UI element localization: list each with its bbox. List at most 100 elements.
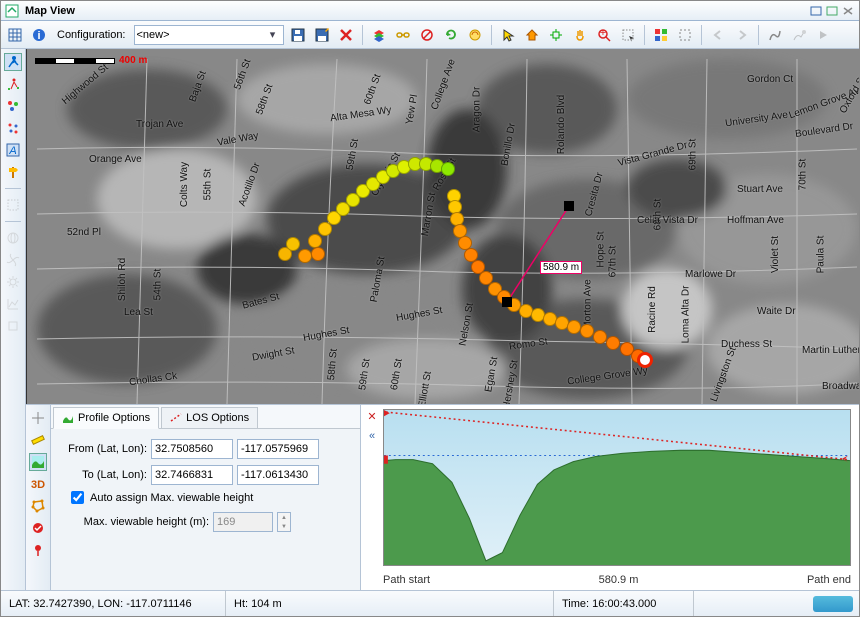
titlebar: Map View	[1, 1, 859, 21]
status-height: Ht: 104 m	[226, 591, 554, 616]
max-height-input	[213, 512, 273, 532]
home-icon[interactable]	[522, 25, 542, 45]
target-icon[interactable]	[546, 25, 566, 45]
minimize-button[interactable]	[809, 5, 823, 17]
separator	[5, 221, 21, 222]
globe-icon[interactable]	[4, 229, 22, 247]
close-button[interactable]	[841, 5, 855, 17]
separator	[701, 25, 702, 45]
nav-back-icon[interactable]	[708, 25, 728, 45]
street-label: Violet St	[770, 236, 781, 273]
los-start-marker[interactable]	[564, 201, 574, 211]
to-lon-input[interactable]	[237, 465, 319, 485]
select-icon[interactable]	[618, 25, 638, 45]
street-label: Lea St	[124, 307, 153, 318]
fan-icon[interactable]	[4, 251, 22, 269]
street-label: 67th St	[607, 246, 618, 278]
font-icon[interactable]: A	[4, 141, 22, 159]
zoom-area-icon[interactable]: +	[594, 25, 614, 45]
markers-icon[interactable]	[4, 97, 22, 115]
play-icon[interactable]	[813, 25, 833, 45]
pin-icon[interactable]	[29, 541, 47, 559]
refresh-icon[interactable]	[441, 25, 461, 45]
config-value: <new>	[137, 29, 170, 41]
tab-label: LOS Options	[186, 412, 249, 424]
info-icon[interactable]: i	[29, 25, 49, 45]
scale-bar: 400 m	[35, 55, 147, 66]
vehicle-marker[interactable]	[637, 352, 653, 368]
collapse-profile-icon[interactable]: «	[365, 429, 379, 443]
main-toolbar: i Configuration: <new> ▾ +	[1, 21, 859, 49]
signpost-icon[interactable]	[4, 163, 22, 181]
sync-icon[interactable]	[465, 25, 485, 45]
street-label: Hope St	[596, 231, 607, 267]
tab-profile-options[interactable]: Profile Options	[53, 407, 159, 429]
layers-icon[interactable]	[369, 25, 389, 45]
path-point	[606, 336, 620, 350]
los-end-marker[interactable]	[502, 297, 512, 307]
map-tools: A	[1, 49, 26, 590]
status-time: Time: 16:00:43.000	[554, 591, 694, 616]
tab-los-options[interactable]: LOS Options	[161, 407, 258, 429]
street-label: Orange Ave	[89, 154, 142, 165]
selection-icon[interactable]	[4, 196, 22, 214]
route-icon[interactable]	[765, 25, 785, 45]
street-label: 54th St	[152, 269, 163, 301]
gear-icon[interactable]	[4, 273, 22, 291]
max-height-row: Max. viewable height (m): ▲▼	[59, 512, 352, 532]
elevation-chart[interactable]	[383, 409, 851, 566]
pan-icon[interactable]	[570, 25, 590, 45]
save-as-icon[interactable]	[312, 25, 332, 45]
separator	[644, 25, 645, 45]
palette-icon[interactable]	[651, 25, 671, 45]
chart-icon[interactable]	[4, 295, 22, 313]
street-label: Martin Luther	[802, 345, 859, 356]
config-label: Configuration:	[57, 29, 126, 41]
svg-text:A: A	[8, 145, 16, 157]
save-icon[interactable]	[288, 25, 308, 45]
los-tab-icon	[170, 412, 182, 424]
boundary-icon[interactable]	[675, 25, 695, 45]
profile-tools: 3D	[26, 405, 51, 590]
profile-icon[interactable]	[29, 453, 47, 471]
window-buttons	[809, 5, 855, 17]
svg-text:3D: 3D	[31, 479, 45, 490]
street-label: Hoffman Ave	[727, 215, 784, 226]
max-height-spinner[interactable]: ▲▼	[277, 512, 291, 532]
auto-assign-checkbox[interactable]	[71, 491, 84, 504]
delete-icon[interactable]	[336, 25, 356, 45]
tab-label: Profile Options	[78, 412, 150, 424]
polygon-icon[interactable]	[29, 497, 47, 515]
from-lat-input[interactable]	[151, 439, 233, 459]
to-lat-input[interactable]	[151, 465, 233, 485]
street-label: Loma Alta Dr	[680, 286, 691, 344]
runner-dots-icon[interactable]	[4, 75, 22, 93]
crosshair-icon[interactable]	[29, 409, 47, 427]
street-label: Celia Vista Dr	[637, 215, 698, 226]
path-point	[298, 249, 312, 263]
los-icon[interactable]	[417, 25, 437, 45]
maximize-button[interactable]	[825, 5, 839, 17]
route2-icon[interactable]	[789, 25, 809, 45]
runner-icon[interactable]	[4, 53, 22, 71]
close-profile-icon[interactable]: ✕	[365, 409, 379, 423]
pointer-icon[interactable]	[498, 25, 518, 45]
from-lon-input[interactable]	[237, 439, 319, 459]
path-point	[441, 162, 455, 176]
nav-fwd-icon[interactable]	[732, 25, 752, 45]
config-select[interactable]: <new> ▾	[134, 25, 284, 45]
ruler-icon[interactable]	[29, 431, 47, 449]
markers2-icon[interactable]	[4, 119, 22, 137]
separator	[362, 25, 363, 45]
link-icon[interactable]	[393, 25, 413, 45]
path-point	[580, 324, 594, 338]
scale-label: 400 m	[119, 55, 147, 66]
map-canvas[interactable]: 400 m Oxford StGordon CtLemon Grove AveU…	[26, 49, 859, 404]
clear-icon[interactable]	[29, 519, 47, 537]
3d-icon[interactable]: 3D	[29, 475, 47, 493]
grid-icon[interactable]	[5, 25, 25, 45]
feature-icon[interactable]	[4, 317, 22, 335]
street-label: Gordon Ct	[747, 74, 793, 85]
status-widget[interactable]	[805, 591, 859, 616]
street-label: Stuart Ave	[737, 184, 783, 195]
